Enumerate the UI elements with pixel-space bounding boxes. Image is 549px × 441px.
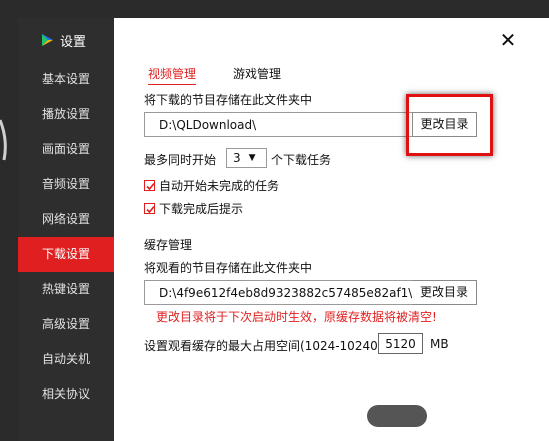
- cache-change-dir-button[interactable]: 更改目录: [412, 280, 477, 305]
- cache-warning: 更改目录将于下次启动时生效，原缓存数据将被清空!: [156, 310, 437, 324]
- settings-window: 设置 基本设置 播放设置 画面设置 音频设置 网络设置 下载设置 热键设置 高级设置 自动关机相…: [18, 18, 549, 441]
- sidebar-item[interactable]: 画面设置: [18, 132, 114, 167]
- sidebar-item[interactable]: 自动关机: [18, 342, 114, 377]
- notify-label: 下载完成后提示: [159, 202, 244, 216]
- notify-option[interactable]: 下载完成后提示: [144, 200, 243, 217]
- cache-path-value: D:\4f9e612f4eb8d9323882c57485e82af1\: [159, 286, 413, 300]
- notify-checkbox[interactable]: [144, 203, 155, 214]
- download-path-value: D:\QLDownload\: [159, 118, 257, 132]
- sidebar-item[interactable]: 网络设置: [18, 202, 114, 237]
- download-folder-label: 将下载的节目存储在此文件夹中: [144, 93, 313, 107]
- app-logo-icon: [42, 34, 53, 46]
- chevron-down-icon: ▼: [248, 153, 256, 163]
- max-tasks-value: 3: [233, 151, 241, 165]
- highlight-box: [406, 94, 493, 156]
- sidebar-item[interactable]: 高级设置: [18, 307, 114, 342]
- sidebar-list: 基本设置 播放设置 画面设置 音频设置 网络设置 下载设置 热键设置 高级设置 自动关机 相关协议: [18, 62, 114, 412]
- sidebar-item[interactable]: 相关协议: [18, 377, 114, 412]
- main-content: 视频管理 游戏管理 将下载的节目存储在此文件夹中 D:\QLDownload\ …: [114, 18, 549, 441]
- max-tasks-suffix: 个下载任务: [271, 153, 332, 167]
- app-header: 设置: [18, 18, 114, 62]
- max-space-input[interactable]: 5120: [378, 333, 423, 354]
- max-space-unit: MB: [430, 337, 449, 351]
- checkmark-icon: [146, 205, 155, 214]
- tab-game-management[interactable]: 游戏管理: [233, 65, 281, 85]
- auto-start-option[interactable]: 自动开始未完成的任务: [144, 177, 279, 194]
- bottom-button[interactable]: [367, 405, 427, 427]
- tab-video-management[interactable]: 视频管理: [148, 65, 197, 85]
- sidebar-item[interactable]: 下载设置: [18, 237, 114, 272]
- cache-section-title: 缓存管理: [144, 238, 193, 252]
- checkmark-icon: [146, 182, 155, 191]
- tab-bar: 视频管理 游戏管理: [148, 65, 281, 85]
- sidebar-item[interactable]: 热键设置: [18, 272, 114, 307]
- max-tasks-prefix: 最多同时开始: [144, 153, 217, 167]
- auto-start-checkbox[interactable]: [144, 180, 155, 191]
- cache-folder-label: 将观看的节目存储在此文件夹中: [144, 261, 313, 275]
- sidebar: 设置 基本设置 播放设置 画面设置 音频设置 网络设置 下载设置 热键设置 高级设置 自动关机相…: [18, 18, 114, 441]
- sidebar-item[interactable]: 音频设置: [18, 167, 114, 202]
- auto-start-label: 自动开始未完成的任务: [159, 179, 280, 193]
- sidebar-item[interactable]: 播放设置: [18, 97, 114, 132]
- max-tasks-select[interactable]: 3 ▼: [226, 148, 267, 168]
- max-space-label: 设置观看缓存的最大占用空间(1024-10240): [144, 339, 383, 353]
- app-title: 设置: [60, 34, 87, 50]
- sidebar-item[interactable]: 基本设置: [18, 62, 114, 97]
